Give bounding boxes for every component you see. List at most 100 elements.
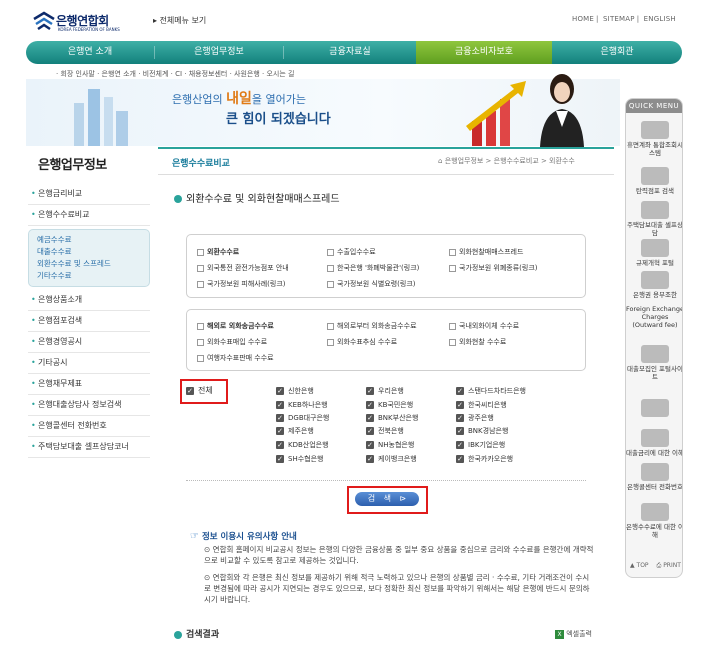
triangle-right-icon: ▸: [153, 16, 158, 25]
card-icon: [641, 121, 669, 139]
bank-checkbox[interactable]: ✓ KB국민은행: [366, 400, 413, 410]
people-icon: [641, 345, 669, 363]
quick-dormant-account[interactable]: 휴면계좌 통합조회시스템: [626, 121, 682, 157]
option-exchange-branch[interactable]: 외국통전 환전가능점포 안내: [197, 263, 289, 273]
results-title: 검색결과: [174, 627, 219, 640]
home-link[interactable]: HOME: [572, 15, 594, 23]
print-button[interactable]: ⎙ PRINT: [656, 562, 680, 569]
option-import-export-fee[interactable]: 수출입수수료: [327, 247, 376, 257]
lnb-fee-compare[interactable]: 은행수수료비교: [28, 205, 150, 226]
bank-checkbox[interactable]: ✓ SH수협은행: [276, 454, 323, 464]
bank-checkbox[interactable]: ✓ 신한은행: [276, 386, 314, 396]
bank-checkbox[interactable]: ✓ 한국카카오은행: [456, 454, 513, 464]
all-menu-link[interactable]: ▸ 전체메뉴 보기: [153, 15, 206, 26]
lnb-sub-other-fee[interactable]: 기타수수료: [37, 270, 149, 282]
option-money-museum-link[interactable]: 한국은행 '화폐박물관'(링크): [327, 263, 419, 273]
bank-checkbox[interactable]: ✓ 전북은행: [366, 426, 404, 436]
option-outward-remittance[interactable]: 해외로 외화송금수수료: [197, 321, 274, 331]
gnb-about[interactable]: 은행연 소개: [26, 41, 154, 64]
bank-checkbox[interactable]: ✓ DGB대구은행: [276, 413, 329, 423]
lnb-branch-search[interactable]: 은행점포검색: [28, 311, 150, 332]
logo-subtext: KOREA FEDERATION OF BANKS: [58, 27, 120, 32]
person-icon: [641, 271, 669, 289]
search-button[interactable]: 검 색 ⊳: [355, 492, 419, 506]
option-travelers-check[interactable]: 여행자수표판매 수수료: [197, 353, 274, 363]
option-check-collection[interactable]: 외화수표추심 수수료: [327, 337, 397, 347]
top-button[interactable]: ▲ TOP: [630, 562, 649, 569]
bank-checkbox[interactable]: ✓ 우리은행: [366, 386, 404, 396]
logo-mark-icon: [33, 11, 55, 31]
global-nav: 은행연 소개 은행업무정보 금융자료실 금융소비자보호 은행회관: [26, 41, 682, 64]
bank-checkbox[interactable]: ✓ IBK기업은행: [456, 440, 505, 450]
logo[interactable]: 은행연합회 KOREA FEDERATION OF BANKS: [32, 9, 120, 35]
bullet-icon: [174, 630, 182, 639]
quick-loan-rate[interactable]: 대출금리에 대한 이해: [626, 429, 682, 457]
headset-icon: [641, 463, 669, 481]
lnb-mortgage-self[interactable]: 주택담보대출 셀프상담코너: [28, 437, 150, 458]
gnb-hall[interactable]: 은행회관: [552, 41, 682, 64]
option-domestic-transfer[interactable]: 국내외화이체 수수료: [449, 321, 519, 331]
option-counterfeit-types-link[interactable]: 국가정보원 위폐종류(링크): [449, 263, 538, 273]
breadcrumb: ⌂ 은행업무정보 > 은행수수료비교 > 외환수수: [438, 157, 575, 165]
option-fx-spread[interactable]: 외화현찰매매스프레드: [449, 247, 523, 257]
quick-call-center[interactable]: 은행콜센터 전화번호: [626, 463, 682, 491]
city-illustration: [74, 89, 128, 146]
lnb-financial-statements[interactable]: 은행재무제표: [28, 374, 150, 395]
lnb-sub-loan-fee[interactable]: 대출수수료: [37, 246, 149, 258]
excel-icon: X: [555, 629, 564, 639]
excel-export-button[interactable]: X 엑셀출력: [555, 629, 592, 639]
bank-checkbox[interactable]: ✓ NH농협은행: [366, 440, 414, 450]
sitemap-link[interactable]: SITEMAP: [603, 15, 635, 23]
option-identification-link[interactable]: 국가정보원 식별요령(링크): [327, 279, 416, 289]
bank-checkbox[interactable]: ✓ 케이뱅크은행: [366, 454, 417, 464]
info-hand-icon: ☞: [190, 531, 199, 542]
bank-checkbox[interactable]: ✓ 광주은행: [456, 413, 494, 423]
money-icon: [641, 503, 669, 521]
lnb-loan-consultant[interactable]: 은행대출상담사 정보검색: [28, 395, 150, 416]
quick-mortgage-self[interactable]: 주택담보대출 셀프상담: [626, 201, 682, 237]
bank-checkbox[interactable]: ✓ KEB하나은행: [276, 400, 328, 410]
quick-menu: QUICK MENU 휴면계좌 통합조회시스템 탄력점포 검색 주택담보대출 셀…: [625, 98, 683, 578]
lnb-sub-deposit-fee[interactable]: 예금수수료: [37, 234, 149, 246]
checkbox-all[interactable]: ✓ 전체: [186, 386, 213, 396]
bank-checkbox[interactable]: ✓ 제주은행: [276, 426, 314, 436]
notice-title: ☞ 정보 이용시 유의사항 안내: [190, 531, 297, 542]
quick-bank-misc[interactable]: 은행권 용부조한: [626, 271, 682, 299]
bank-checkbox[interactable]: ✓ BNK경남은행: [456, 426, 508, 436]
option-check-purchase[interactable]: 외화수표매입 수수료: [197, 337, 267, 347]
sub-nav[interactable]: · 회장 인사말 · 은행연 소개 · 비전체계 · CI · 채용정보센터 ·…: [56, 69, 294, 79]
lnb-management-disclosure[interactable]: 은행경영공시: [28, 332, 150, 353]
lnb-sub-fx-fee[interactable]: 외환수수료 및 스프레드: [37, 258, 149, 270]
lnb-products[interactable]: 은행상품소개: [28, 290, 150, 311]
lnb-fee-submenu: 예금수수료 대출수수료 외환수수료 및 스프레드 기타수수료: [28, 229, 150, 287]
gnb-consumer-protection[interactable]: 금융소비자보호: [416, 41, 552, 64]
bank-checkbox[interactable]: ✓ 한국씨티은행: [456, 400, 507, 410]
quick-logo-link[interactable]: [626, 399, 682, 419]
option-fx-fee[interactable]: 외환수수료: [197, 247, 239, 257]
divider: [186, 480, 586, 481]
lnb-interest-compare[interactable]: 은행금리비교: [28, 184, 150, 205]
lnb-call-center[interactable]: 은행콜센터 전화번호: [28, 416, 150, 437]
utility-links: HOME | SITEMAP | ENGLISH: [572, 15, 676, 23]
english-link[interactable]: ENGLISH: [644, 15, 676, 23]
option-inward-remittance[interactable]: 해외로부터 외화송금수수료: [327, 321, 417, 331]
quick-loan-agent-portal[interactable]: 대출모집인 포털사이트: [626, 345, 682, 381]
bank-checkbox[interactable]: ✓ KDB산업은행: [276, 440, 329, 450]
quick-fx-charges[interactable]: Foreign Exchange Charges (Outward fee): [626, 305, 682, 329]
gnb-bank-info[interactable]: 은행업무정보: [155, 41, 283, 64]
quick-flexible-branch[interactable]: 탄력점포 검색: [626, 167, 682, 195]
lnb-other-disclosure[interactable]: 기타공시: [28, 353, 150, 374]
option-damage-cases-link[interactable]: 국가정보원 피해사례(링크): [197, 279, 286, 289]
bullet-icon: [174, 195, 182, 203]
section-title: 외환수수료 및 외화현찰매매스프레드: [174, 190, 340, 205]
bank-checkbox[interactable]: ✓ 스탠다드차타드은행: [456, 386, 526, 396]
quick-regulatory-portal[interactable]: 규제개혁 포털: [626, 239, 682, 267]
bank-checkbox[interactable]: ✓ BNK부산은행: [366, 413, 418, 423]
gnb-library[interactable]: 금융자료실: [284, 41, 416, 64]
option-cash-fee[interactable]: 외화현찰 수수료: [449, 337, 506, 347]
bank-sign-icon: [641, 167, 669, 185]
quick-fee-understanding[interactable]: 은행수수료에 대한 이해: [626, 503, 682, 539]
hero-line-2: 큰 힘이 되겠습니다: [226, 112, 331, 127]
hero-line-1: 은행산업의 내일을 열어가는: [172, 91, 306, 107]
check-icon: ✓: [186, 386, 194, 395]
